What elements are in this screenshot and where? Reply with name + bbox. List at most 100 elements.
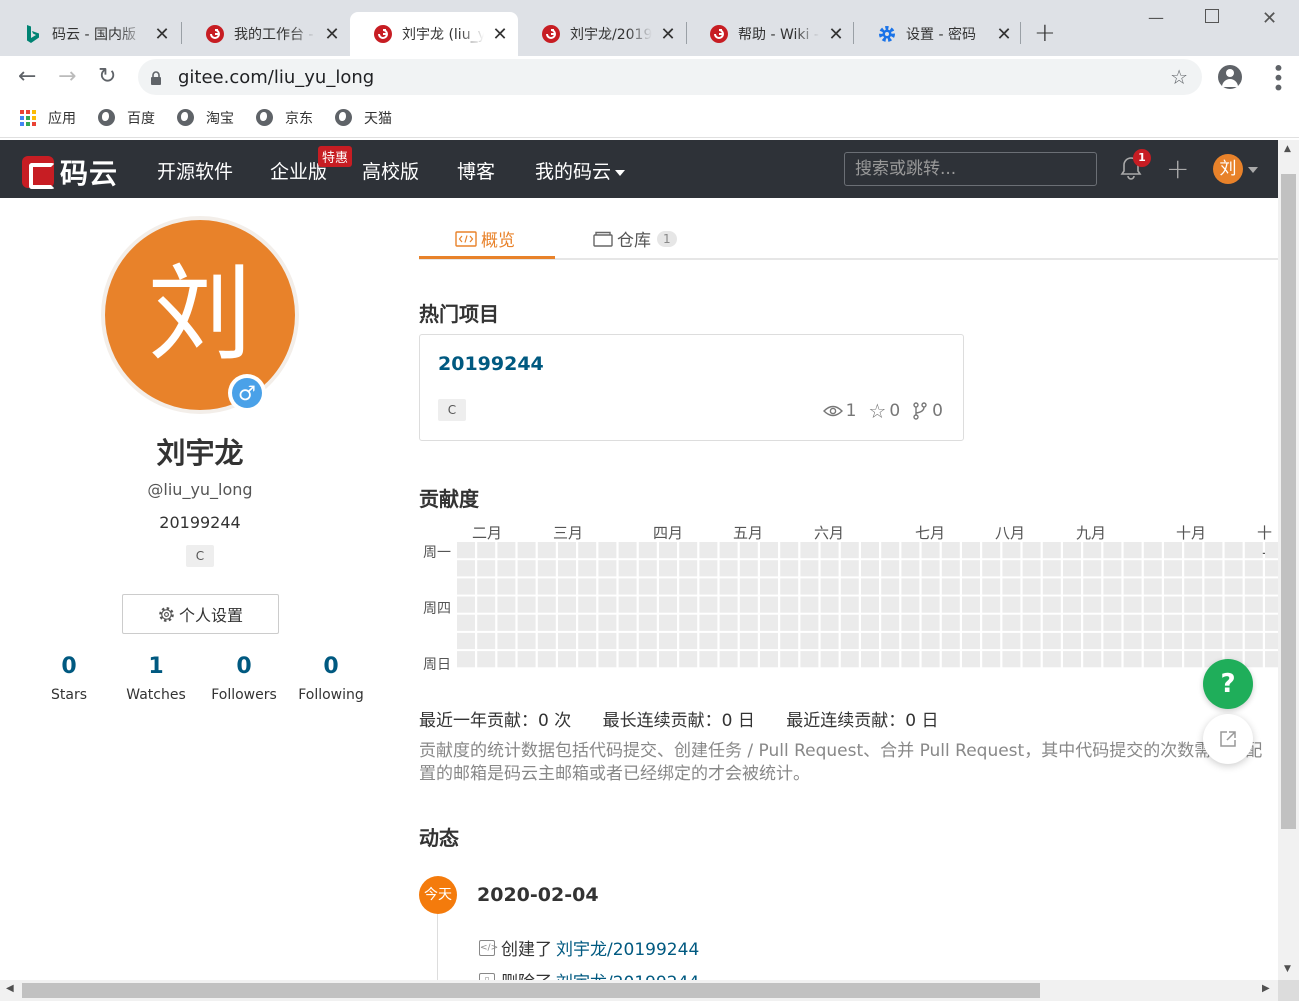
heatmap-cell <box>800 596 819 613</box>
address-bar[interactable]: gitee.com/liu_yu_long ☆ <box>138 59 1202 95</box>
nav-education[interactable]: 高校版 <box>362 157 419 184</box>
close-icon[interactable]: ✕ <box>660 24 676 45</box>
new-tab-button[interactable]: + <box>1034 18 1056 48</box>
stat-stars[interactable]: 0 Stars <box>29 654 109 703</box>
stat-label: Watches <box>126 687 186 703</box>
bookmark-item[interactable]: 京东 <box>256 108 313 128</box>
maximize-button[interactable] <box>1205 9 1219 23</box>
heatmap-cell <box>1042 596 1061 613</box>
project-language-tag[interactable]: C <box>438 399 466 421</box>
close-icon[interactable]: ✕ <box>996 24 1012 45</box>
window-close-button[interactable]: ✕ <box>1262 8 1277 29</box>
help-button[interactable]: ? <box>1203 659 1253 709</box>
vertical-scroll-thumb[interactable] <box>1281 174 1296 829</box>
activity-item-clipped: ▯ 删除了 刘宇龙/20199244 <box>479 968 699 980</box>
account-icon[interactable] <box>1218 65 1242 89</box>
bookmark-item[interactable]: 天猫 <box>335 108 392 128</box>
heatmap-cell <box>537 651 556 668</box>
browser-tab[interactable]: 刘宇龙/2019 ✕ <box>518 12 686 56</box>
project-card[interactable]: 20199244 C 1 ☆ 0 0 <box>419 334 964 441</box>
gitee-logo[interactable]: 码云 <box>22 152 118 192</box>
minimize-button[interactable]: — <box>1148 8 1164 27</box>
project-star[interactable]: ☆ 0 <box>868 399 900 423</box>
heatmap-cell <box>861 578 879 595</box>
stat-watches[interactable]: 1 Watches <box>116 654 196 703</box>
nav-my-gitee[interactable]: 我的码云 <box>535 157 626 184</box>
heatmap-cell <box>1143 542 1162 559</box>
nav-open-source[interactable]: 开源软件 <box>157 157 233 184</box>
nav-blog[interactable]: 博客 <box>457 157 495 184</box>
heatmap-cell <box>1022 632 1041 650</box>
heatmap-cell <box>618 596 637 613</box>
browser-tab[interactable]: 码云 - 国内版 ✕ <box>0 12 180 56</box>
stat-followers[interactable]: 0 Followers <box>204 654 284 703</box>
heatmap-cell <box>1244 596 1263 613</box>
personal-settings-button[interactable]: 个人设置 <box>122 594 279 634</box>
forward-arrow-icon[interactable]: → <box>58 64 76 89</box>
reload-icon[interactable]: ↻ <box>98 64 116 89</box>
bookmark-star-icon[interactable]: ☆ <box>1170 65 1188 89</box>
horizontal-scrollbar[interactable]: ◀ ▶ <box>0 980 1278 1001</box>
weekday-label: 周日 <box>423 657 451 670</box>
browser-tab[interactable]: 设置 - 密码 ✕ <box>854 12 1022 56</box>
create-plus-icon[interactable]: + <box>1166 152 1189 185</box>
browser-tab[interactable]: 帮助 - Wiki - ✕ <box>686 12 854 56</box>
heatmap-cell <box>1042 560 1061 577</box>
close-icon[interactable]: ✕ <box>324 24 340 45</box>
heatmap-cell <box>598 614 617 631</box>
nav-my-gitee-label: 我的码云 <box>535 161 612 183</box>
activity-repo-link[interactable]: 刘宇龙/20199244 <box>556 935 699 960</box>
heatmap-cell <box>1204 596 1223 613</box>
bookmark-item[interactable]: 百度 <box>98 108 155 128</box>
back-arrow-icon[interactable]: ← <box>18 64 36 89</box>
close-icon[interactable]: ✕ <box>828 24 844 45</box>
search-input[interactable] <box>844 152 1097 186</box>
heatmap-cell <box>497 560 516 577</box>
close-icon[interactable]: ✕ <box>492 24 508 45</box>
heatmap-cell <box>1164 578 1182 595</box>
close-icon[interactable]: ✕ <box>154 24 170 45</box>
scroll-up-arrow-icon[interactable]: ▲ <box>1284 144 1291 154</box>
share-button[interactable] <box>1203 714 1253 764</box>
scroll-left-arrow-icon[interactable]: ◀ <box>6 983 14 994</box>
tab-overview[interactable]: 概览 <box>455 226 515 251</box>
heatmap-cell <box>1224 614 1243 631</box>
heatmap-cell <box>881 651 900 668</box>
heatmap-cell <box>780 614 799 631</box>
heatmap-cell <box>659 596 677 613</box>
heatmap-cell <box>1143 651 1162 668</box>
vertical-scrollbar[interactable]: ▲ ▼ <box>1278 140 1299 980</box>
activity-repo-link[interactable]: 刘宇龙/20199244 <box>556 968 699 980</box>
scroll-down-arrow-icon[interactable]: ▼ <box>1284 964 1291 974</box>
bookmark-item[interactable]: 淘宝 <box>177 108 234 128</box>
heatmap-cell <box>739 632 758 650</box>
project-fork[interactable]: 0 <box>912 399 943 423</box>
heatmap-cell <box>1083 542 1102 559</box>
heatmap-cell <box>457 651 475 668</box>
browser-tab-active[interactable]: 刘宇龙 (liu_y ✕ <box>350 12 518 56</box>
heatmap-cell <box>578 632 597 650</box>
bookmark-apps[interactable]: 应用 <box>20 108 76 128</box>
browser-menu-icon[interactable]: ••• <box>1266 62 1290 91</box>
scroll-right-arrow-icon[interactable]: ▶ <box>1262 983 1270 994</box>
fork-count: 0 <box>932 401 943 421</box>
heatmap-cell <box>1265 614 1278 631</box>
heatmap-cell <box>1244 560 1263 577</box>
horizontal-scroll-thumb[interactable] <box>22 983 1040 998</box>
heatmap-cell <box>1164 632 1182 650</box>
language-tag[interactable]: C <box>186 545 214 567</box>
heatmap-cell <box>578 542 597 559</box>
user-avatar[interactable]: 刘 <box>1213 154 1243 184</box>
heatmap-cell <box>659 614 677 631</box>
chevron-down-icon[interactable] <box>1248 167 1258 173</box>
heatmap-cell <box>1184 596 1203 613</box>
heatmap-cell <box>618 542 637 559</box>
heatmap-cell <box>1022 578 1041 595</box>
browser-tab[interactable]: 我的工作台 - ✕ <box>182 12 350 56</box>
heatmap-cell <box>497 578 516 595</box>
project-name-link[interactable]: 20199244 <box>438 353 544 375</box>
project-watch[interactable]: 1 <box>822 399 856 423</box>
tab-repositories[interactable]: 仓库 1 <box>593 226 677 251</box>
heatmap-cell <box>1083 578 1102 595</box>
stat-following[interactable]: 0 Following <box>291 654 371 703</box>
